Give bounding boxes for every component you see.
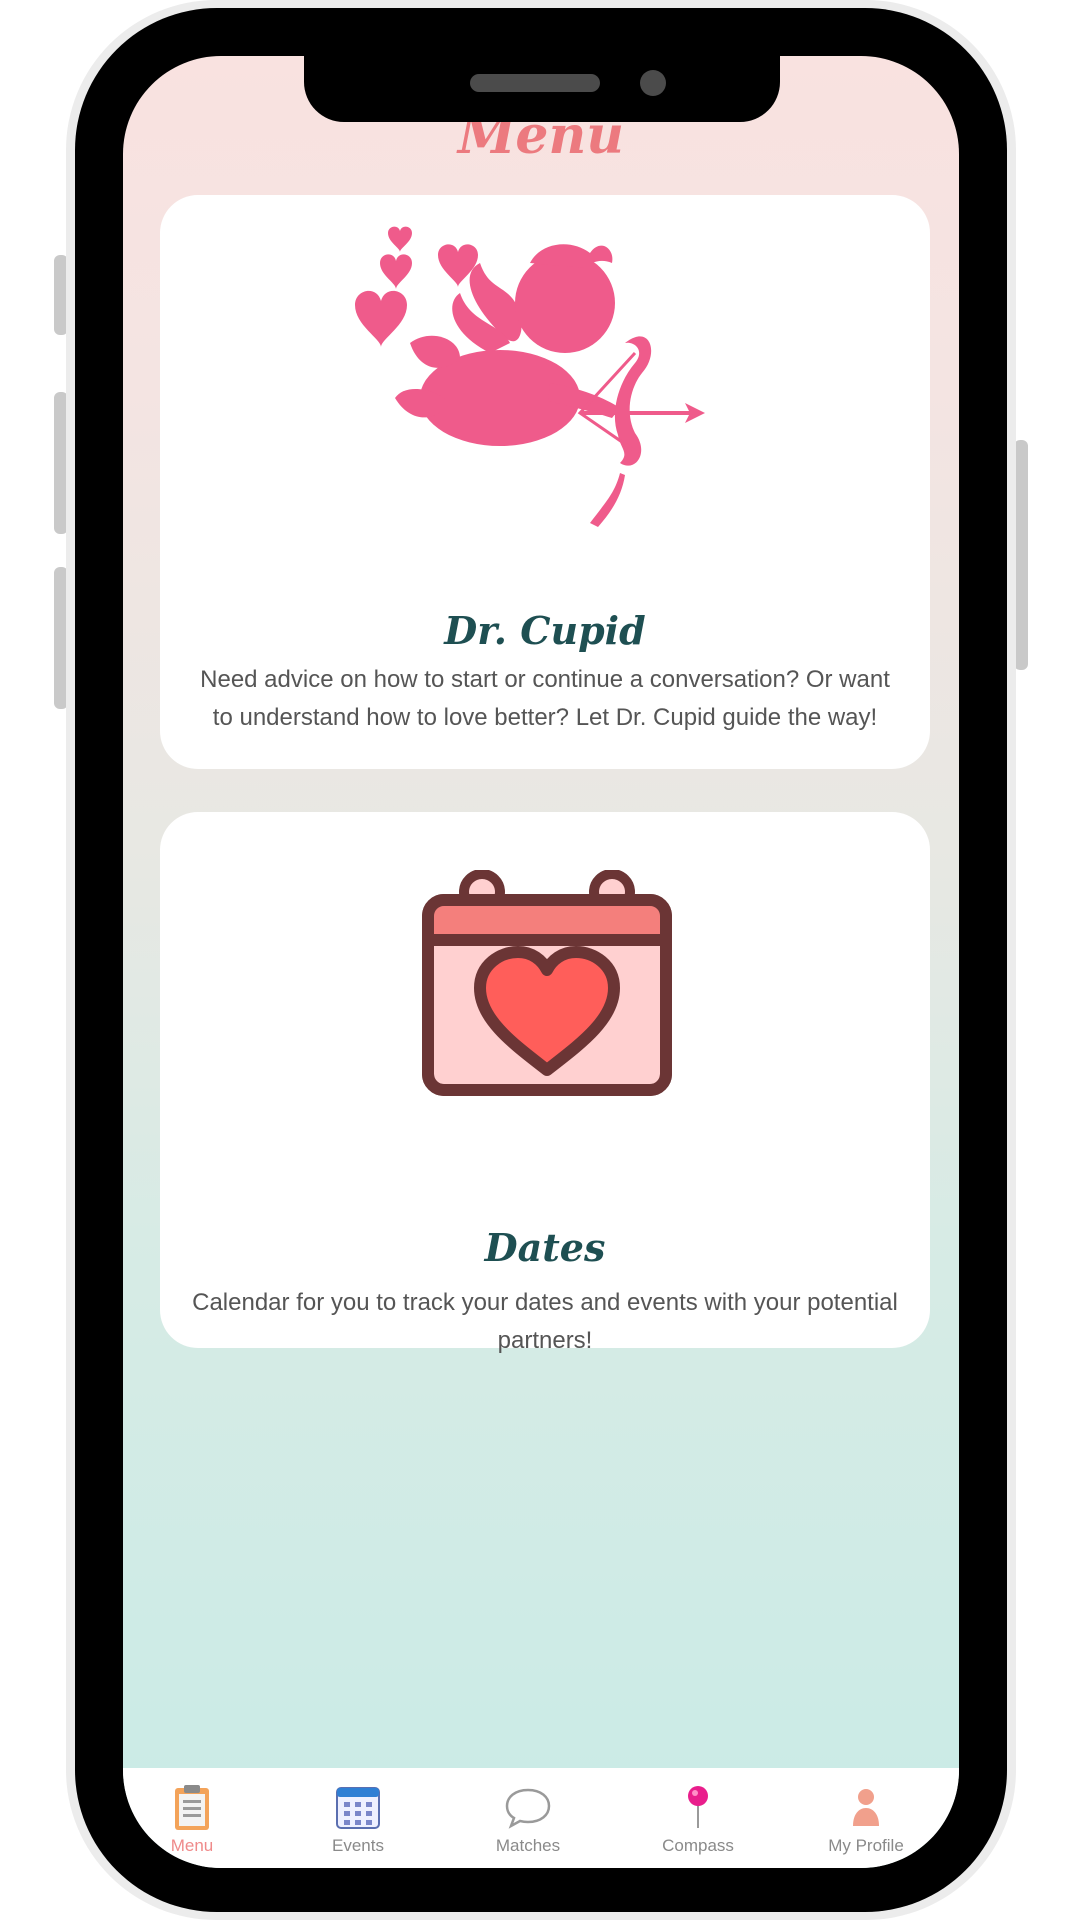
calendar-icon [336, 1787, 380, 1829]
tab-menu[interactable]: Menu [123, 1768, 267, 1868]
dr-cupid-title: Dr. Cupid [444, 608, 646, 653]
speaker-grille [470, 74, 600, 92]
pin-icon [688, 1786, 708, 1828]
calendar-heart-icon [422, 870, 672, 1096]
phone-power-button [1014, 440, 1028, 670]
tab-compass-label: Compass [662, 1836, 734, 1855]
tab-events-label: Events [332, 1836, 384, 1855]
tab-my-profile[interactable]: My Profile [791, 1768, 941, 1868]
cupid-icon [355, 226, 705, 527]
bottom-tab-bar: Menu Events Matches Compass My Profile [123, 1768, 959, 1868]
app-screen: Menu Dr. Cupid Need advice on how to sta… [123, 56, 959, 1868]
tab-matches-label: Matches [495, 1836, 561, 1855]
dr-cupid-description: Need advice on how to start or continue … [200, 666, 890, 731]
dr-cupid-card[interactable]: Dr. Cupid Need advice on how to start or… [160, 195, 930, 769]
clipboard-icon [175, 1785, 209, 1830]
tab-my-profile-label: My Profile [828, 1836, 904, 1855]
dates-description: Calendar for you to track your dates and… [192, 1289, 898, 1354]
tab-events[interactable]: Events [283, 1768, 433, 1868]
tab-compass[interactable]: Compass [623, 1768, 773, 1868]
chat-bubble-icon [505, 1788, 551, 1829]
dates-card[interactable]: Dates Calendar for you to track your dat… [160, 812, 930, 1354]
person-icon [853, 1789, 879, 1826]
tab-menu-label: Menu [170, 1836, 214, 1855]
dates-title: Dates [484, 1225, 606, 1270]
front-camera [640, 70, 666, 96]
tab-matches[interactable]: Matches [453, 1768, 603, 1868]
